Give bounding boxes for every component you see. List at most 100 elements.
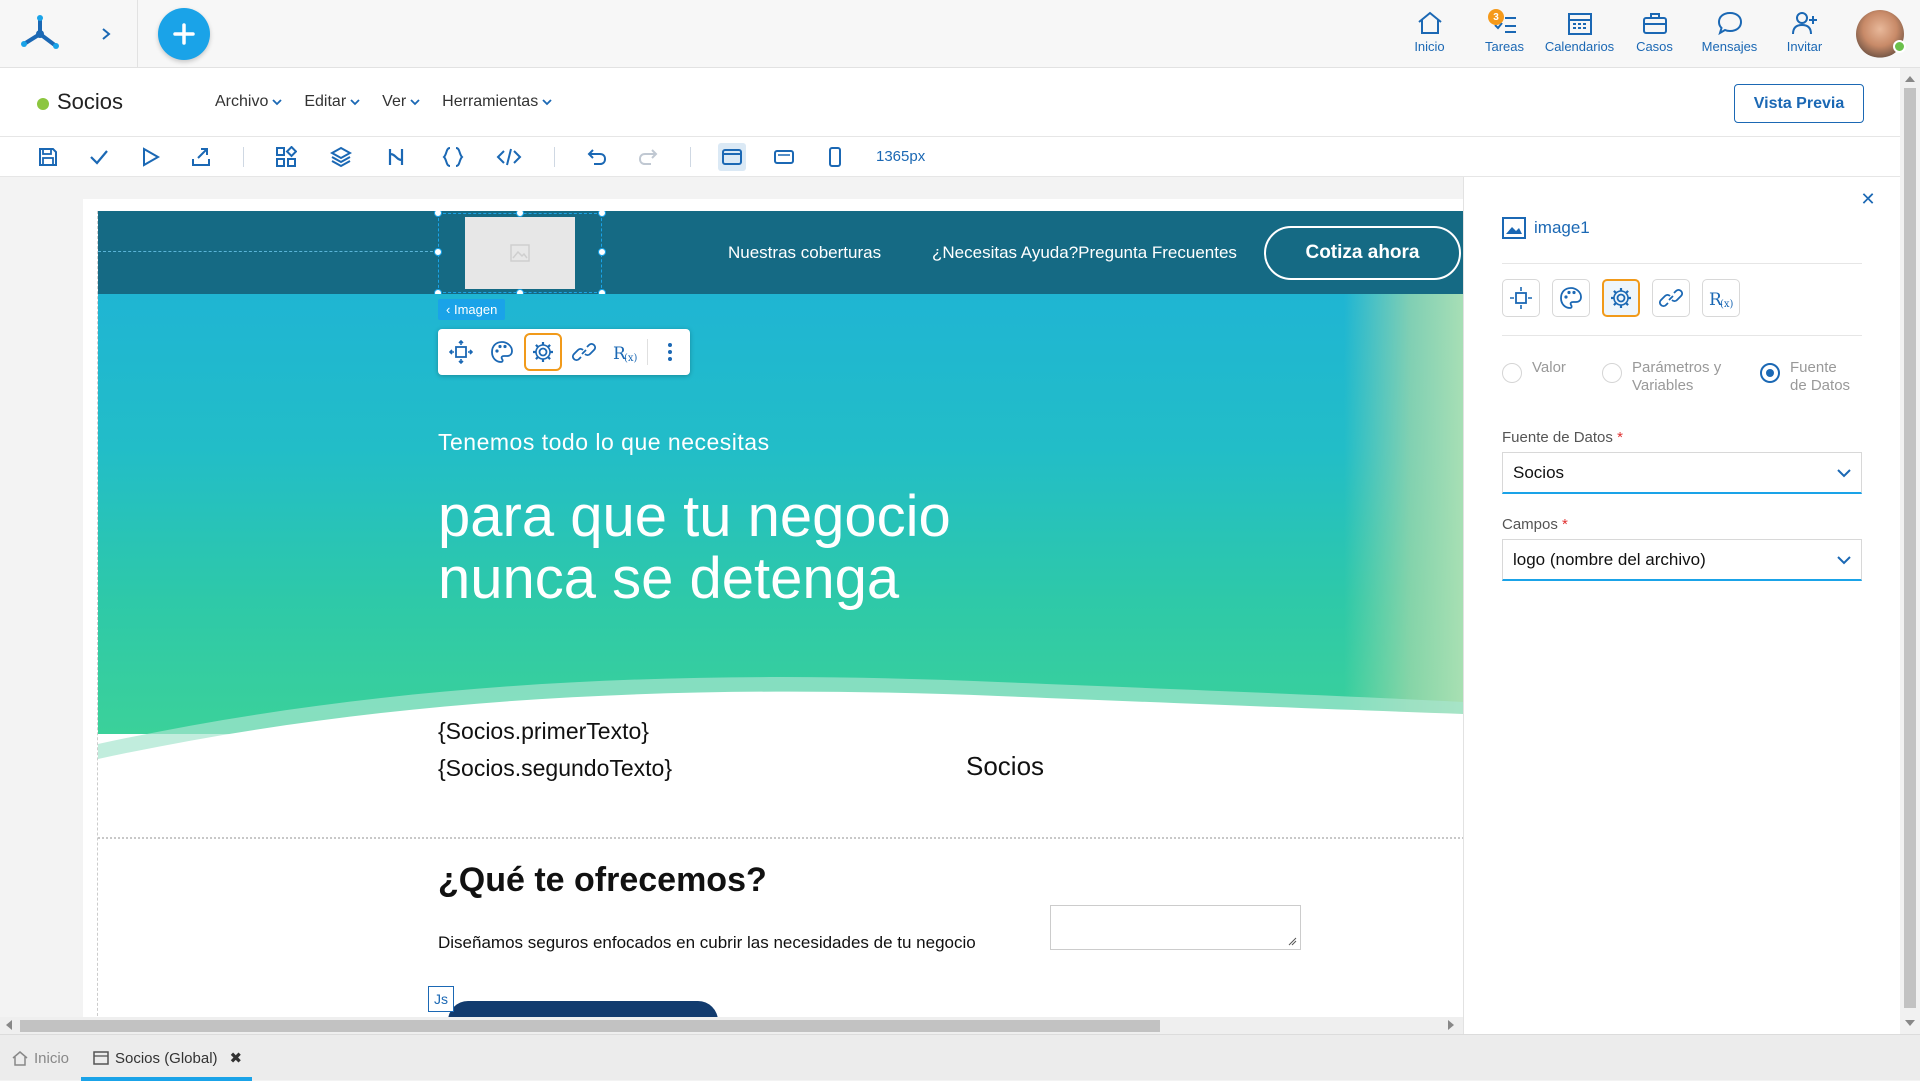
menu-editar[interactable]: Editar xyxy=(304,93,360,111)
preview-button[interactable]: Vista Previa xyxy=(1734,84,1864,123)
fields-select[interactable]: logo (nombre del archivo) xyxy=(1502,539,1862,581)
mobile-view-icon[interactable] xyxy=(821,143,849,171)
resize-handle[interactable] xyxy=(598,211,606,217)
tablet-view-icon[interactable] xyxy=(770,143,798,171)
move-icon[interactable] xyxy=(442,333,480,371)
radio-parametros-variables[interactable]: Parámetros y Variables xyxy=(1602,359,1760,395)
menu-archivo[interactable]: Archivo xyxy=(215,93,282,111)
toolbar-divider xyxy=(690,147,691,167)
hero-wave-shape xyxy=(98,677,1463,814)
radio-fuente-de-datos[interactable]: Fuente de Datos xyxy=(1760,359,1860,395)
tab-position-move-icon[interactable] xyxy=(1502,279,1540,317)
flow-icon[interactable] xyxy=(382,143,410,171)
cotiza-button[interactable]: Cotiza ahora xyxy=(1264,226,1461,280)
horizontal-scroll-thumb[interactable] xyxy=(20,1020,1160,1032)
radio-label: Parámetros y Variables xyxy=(1632,359,1722,394)
nav-mensajes[interactable]: Mensajes xyxy=(1692,0,1767,68)
resize-handle[interactable] xyxy=(598,248,606,256)
nav-label: Tareas xyxy=(1484,39,1525,54)
tab-formula-icon[interactable]: R (x) xyxy=(1702,279,1740,317)
bottom-tab-bar: Inicio Socios (Global) ✖ xyxy=(0,1034,1920,1081)
hero-subtitle[interactable]: Tenemos todo lo que necesitas xyxy=(438,429,770,456)
nav-tareas[interactable]: 3 Tareas xyxy=(1467,0,1542,68)
publish-icon[interactable] xyxy=(187,143,215,171)
save-icon[interactable] xyxy=(34,143,62,171)
code-icon[interactable] xyxy=(495,143,523,171)
scroll-right-arrow-icon[interactable] xyxy=(1448,1020,1454,1030)
value-source-radio-group: Valor Parámetros y Variables Fuente de Dat… xyxy=(1502,359,1862,395)
hero-title-line: nunca se detenga xyxy=(438,546,900,611)
nav-label: Casos xyxy=(1636,39,1673,54)
app-logo-icon[interactable] xyxy=(16,10,64,58)
menu-herramientas[interactable]: Herramientas xyxy=(442,93,552,111)
dark-button-element[interactable] xyxy=(448,1001,718,1017)
components-icon[interactable] xyxy=(272,143,300,171)
vertical-scrollbar[interactable] xyxy=(1900,68,1920,1034)
offer-heading[interactable]: ¿Qué te ofrecemos? xyxy=(438,861,767,900)
nav-label: Mensajes xyxy=(1701,39,1758,54)
template-segundo-texto[interactable]: {Socios.segundoTexto} xyxy=(438,755,672,782)
scroll-left-arrow-icon[interactable] xyxy=(6,1020,12,1030)
link-icon[interactable] xyxy=(565,333,603,371)
document-title: Socios xyxy=(57,89,124,114)
settings-gear-icon[interactable] xyxy=(524,333,562,371)
nav-casos[interactable]: Casos xyxy=(1617,0,1692,68)
selected-element-tag[interactable]: ‹ Imagen xyxy=(438,299,506,320)
textarea-element[interactable] xyxy=(1050,905,1301,950)
vertical-scroll-thumb[interactable] xyxy=(1904,88,1916,1008)
resize-handle[interactable] xyxy=(434,248,442,256)
panel-tabs: R (x) xyxy=(1502,279,1740,317)
horizontal-scrollbar[interactable] xyxy=(0,1017,1463,1034)
menu-label: Ver xyxy=(382,93,407,110)
palette-icon[interactable] xyxy=(483,333,521,371)
chevron-down-icon xyxy=(272,99,282,106)
template-primer-texto[interactable]: {Socios.primerTexto} xyxy=(438,718,649,745)
app-top-bar: Inicio 3 Tareas Calendarios Casos Mensaj… xyxy=(0,0,1920,68)
site-nav-faq[interactable]: ¿Necesitas Ayuda?Pregunta Frecuentes xyxy=(932,243,1237,263)
formula-icon[interactable]: R (x) xyxy=(606,333,644,371)
tab-style-palette-icon[interactable] xyxy=(1552,279,1590,317)
create-new-button[interactable] xyxy=(158,8,210,60)
page-content: Nuestras coberturas ¿Necesitas Ayuda?Pre… xyxy=(97,211,1463,1017)
datasource-select[interactable]: Socios xyxy=(1502,452,1862,494)
layers-icon[interactable] xyxy=(327,143,355,171)
panel-divider xyxy=(1502,263,1862,264)
menu-ver[interactable]: Ver xyxy=(382,93,420,111)
bottom-tab-label: Inicio xyxy=(34,1049,70,1067)
chat-icon xyxy=(1717,11,1742,36)
panel-title: image1 xyxy=(1502,217,1590,239)
js-script-badge[interactable]: Js xyxy=(428,986,454,1012)
braces-icon[interactable] xyxy=(439,143,467,171)
close-icon[interactable]: ✕ xyxy=(1858,189,1878,209)
tab-settings-gear-icon[interactable] xyxy=(1602,279,1640,317)
scroll-up-arrow-icon[interactable] xyxy=(1905,76,1915,82)
nav-inicio[interactable]: Inicio xyxy=(1392,0,1467,68)
desktop-view-icon[interactable] xyxy=(718,143,746,171)
element-floating-toolbar: R (x) xyxy=(438,329,690,375)
hero-title[interactable]: para que tu negocio nunca se detenga xyxy=(438,486,1138,610)
scroll-down-arrow-icon[interactable] xyxy=(1905,1020,1915,1026)
menu-label: Editar xyxy=(304,93,347,110)
site-header[interactable]: Nuestras coberturas ¿Necesitas Ayuda?Pre… xyxy=(98,211,1463,297)
datasource-value: Socios xyxy=(1513,462,1565,482)
online-status-dot xyxy=(1893,40,1906,53)
close-tab-icon[interactable]: ✖ xyxy=(230,1049,243,1067)
undo-icon[interactable] xyxy=(583,143,611,171)
bottom-tab-socios[interactable]: Socios (Global) ✖ xyxy=(93,1035,242,1081)
check-icon[interactable] xyxy=(85,143,113,171)
radio-valor[interactable]: Valor xyxy=(1502,359,1602,395)
more-options-icon[interactable] xyxy=(651,333,689,371)
redo-icon[interactable] xyxy=(634,143,662,171)
site-nav-coberturas[interactable]: Nuestras coberturas xyxy=(728,243,881,263)
svg-text:(x): (x) xyxy=(624,353,638,364)
menu-label: Archivo xyxy=(215,93,269,110)
expand-sidebar-chevron-icon[interactable] xyxy=(92,20,120,48)
resize-grip-icon xyxy=(1288,937,1297,946)
bottom-tab-inicio[interactable]: Inicio xyxy=(12,1035,69,1081)
play-icon[interactable] xyxy=(136,143,164,171)
nav-invitar[interactable]: Invitar xyxy=(1767,0,1842,68)
template-socios-label[interactable]: Socios xyxy=(966,751,1044,782)
offer-description[interactable]: Diseñamos seguros enfocados en cubrir la… xyxy=(438,933,976,953)
nav-calendarios[interactable]: Calendarios xyxy=(1542,0,1617,68)
tab-link-icon[interactable] xyxy=(1652,279,1690,317)
